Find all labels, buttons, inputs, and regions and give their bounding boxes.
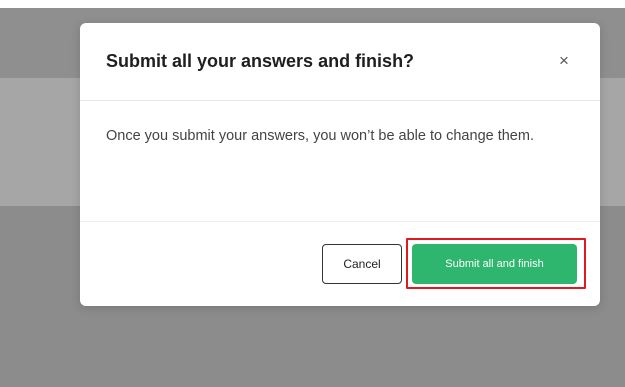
dialog-title: Submit all your answers and finish?	[106, 51, 415, 71]
dialog-message: Once you submit your answers, you won’t …	[106, 128, 534, 144]
submit-all-and-finish-button[interactable]: Submit all and finish	[412, 244, 577, 284]
dialog-footer: Cancel Submit all and finish	[80, 221, 600, 306]
submit-confirmation-dialog: Submit all your answers and finish? × On…	[80, 23, 600, 306]
dialog-header: Submit all your answers and finish? ×	[80, 23, 600, 101]
cancel-button[interactable]: Cancel	[322, 244, 402, 284]
top-edge-strip	[0, 0, 625, 8]
dialog-body: Once you submit your answers, you won’t …	[80, 101, 600, 221]
close-icon[interactable]: ×	[554, 51, 574, 71]
